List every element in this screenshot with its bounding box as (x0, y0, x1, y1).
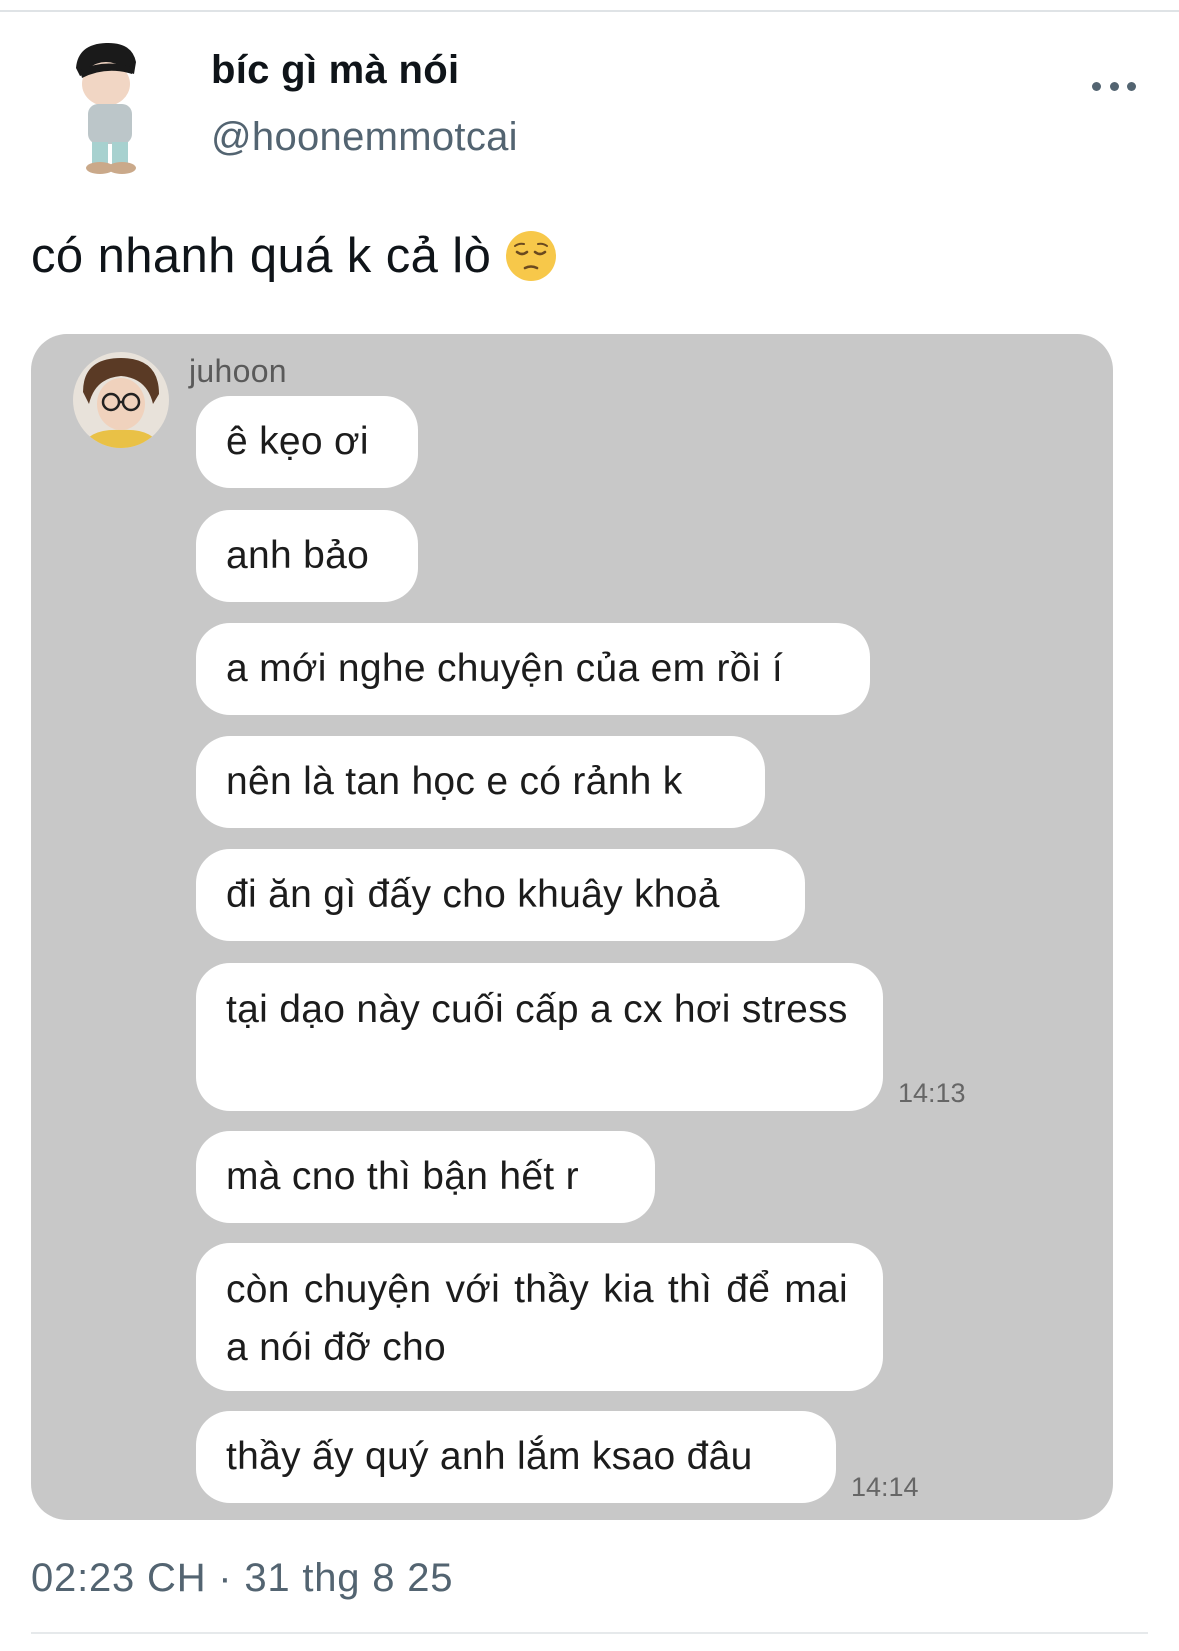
author-display-name[interactable]: bíc gì mà nói (211, 48, 459, 93)
chat-message-text: nên là tan học e có rảnh k (226, 760, 683, 803)
message-timestamp: 14:13 (898, 1078, 966, 1108)
more-options-icon[interactable] (1092, 74, 1136, 98)
chat-message-text: thầy ấy quý anh lắm ksao đâu (226, 1435, 753, 1478)
juhoon-avatar-icon (73, 352, 169, 448)
chat-message-text: a mới nghe chuyện của em rồi í (226, 647, 784, 690)
chat-message-text: ê kẹo ơi (226, 420, 369, 463)
chat-message-bubble: anh bảo (196, 510, 418, 602)
chat-message-bubble: thầy ấy quý anh lắm ksao đâu (196, 1411, 836, 1503)
chat-message-bubble: ê kẹo ơi (196, 396, 418, 488)
chat-message-text: đi ăn gì đấy cho khuây khoả (226, 873, 720, 916)
chat-message-bubble: nên là tan học e có rảnh k (196, 736, 765, 828)
top-divider (0, 10, 1179, 12)
attached-chat-image[interactable]: juhoon ê kẹo ơi anh bảo a mới nghe chuyệ… (31, 334, 1113, 1520)
chat-message-bubble: còn chuyện với thầy kia thì để mai a nói… (196, 1243, 883, 1391)
chat-message-bubble: mà cno thì bận hết r (196, 1131, 655, 1223)
chat-message-text: tại dạo này cuối cấp a cx hơi stress (226, 988, 848, 1031)
cartoon-boy-avatar-icon[interactable] (62, 40, 154, 180)
chat-sender-name: juhoon (189, 353, 287, 389)
author-handle[interactable]: @hoonemmotcai (211, 115, 518, 160)
bottom-divider (31, 1632, 1148, 1634)
chat-message-text: mà cno thì bận hết r (226, 1155, 579, 1198)
chat-message-text: anh bảo (226, 534, 370, 577)
chat-message-bubble: đi ăn gì đấy cho khuây khoả (196, 849, 805, 941)
tweet-text-content: có nhanh quá k cả lò (31, 229, 492, 283)
message-timestamp: 14:14 (851, 1472, 919, 1502)
chat-message-text: còn chuyện với thầy kia thì để mai a nói… (226, 1268, 848, 1369)
chat-message-bubble: tại dạo này cuối cấp a cx hơi stress (196, 963, 883, 1111)
tweet-text: có nhanh quá k cả lò (31, 228, 557, 284)
chat-message-bubble: a mới nghe chuyện của em rồi í (196, 623, 870, 715)
pensive-face-emoji-icon (505, 230, 557, 282)
tweet-timestamp[interactable]: 02:23 CH · 31 thg 8 25 (31, 1556, 453, 1601)
